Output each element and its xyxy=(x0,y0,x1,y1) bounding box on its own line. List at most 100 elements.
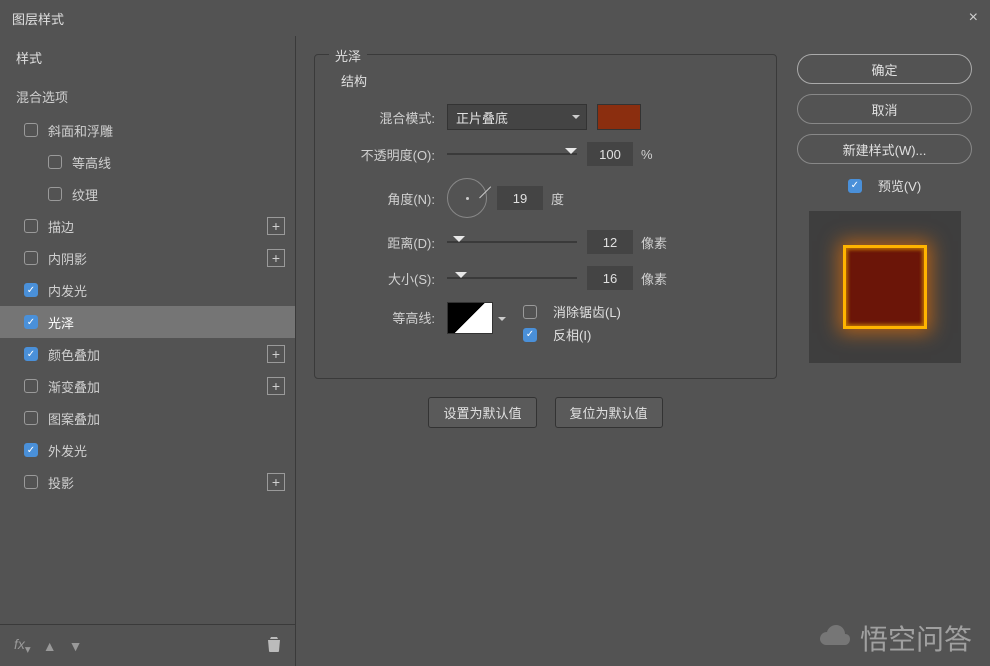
angle-input[interactable] xyxy=(497,186,543,210)
size-label: 大小(S): xyxy=(335,269,435,288)
effect-color-overlay[interactable]: ✓ 颜色叠加 + xyxy=(0,338,295,370)
angle-dial[interactable] xyxy=(447,178,487,218)
new-style-button[interactable]: 新建样式(W)... xyxy=(797,134,972,164)
effect-label: 纹理 xyxy=(72,185,98,204)
distance-row: 距离(D): 像素 xyxy=(335,230,756,254)
preview-graphic xyxy=(843,245,927,329)
size-row: 大小(S): 像素 xyxy=(335,266,756,290)
angle-unit: 度 xyxy=(551,189,564,208)
add-icon[interactable]: + xyxy=(267,345,285,363)
effect-label: 外发光 xyxy=(48,441,87,460)
effect-contour[interactable]: 等高线 xyxy=(0,146,295,178)
add-icon[interactable]: + xyxy=(267,249,285,267)
size-slider[interactable] xyxy=(447,268,577,288)
checkbox-icon[interactable] xyxy=(24,475,38,489)
distance-slider[interactable] xyxy=(447,232,577,252)
size-input[interactable] xyxy=(587,266,633,290)
effect-label: 内阴影 xyxy=(48,249,87,268)
ok-button[interactable]: 确定 xyxy=(797,54,972,84)
invert-label: 反相(I) xyxy=(553,325,591,344)
right-column: 确定 取消 新建样式(W)... ✓ 预览(V) xyxy=(797,54,972,666)
effect-label: 内发光 xyxy=(48,281,87,300)
fx-menu-icon[interactable]: fx▾ xyxy=(14,636,31,656)
opacity-row: 不透明度(O): % xyxy=(335,142,756,166)
effects-list: 斜面和浮雕 等高线 纹理 描边 + 内阴影 + ✓ 内发光 xyxy=(0,114,295,624)
dialog-body: 样式 混合选项 斜面和浮雕 等高线 纹理 描边 + 内阴影 xyxy=(0,36,990,666)
angle-row: 角度(N): 度 xyxy=(335,178,756,218)
contour-label: 等高线: xyxy=(335,302,435,327)
distance-label: 距离(D): xyxy=(335,233,435,252)
contour-row: 等高线: 消除锯齿(L) ✓ 反相(I) xyxy=(335,302,756,348)
effect-gradient-overlay[interactable]: 渐变叠加 + xyxy=(0,370,295,402)
blend-mode-row: 混合模式: 正片叠底 xyxy=(335,104,756,130)
contour-picker[interactable] xyxy=(447,302,493,334)
satin-fieldset: 光泽 结构 混合模式: 正片叠底 不透明度(O): % xyxy=(314,54,777,379)
sidebar-footer: fx▾ ▲ ▼ xyxy=(0,624,295,666)
preview-thumbnail xyxy=(809,211,961,363)
checkbox-icon[interactable] xyxy=(24,123,38,137)
opacity-input[interactable] xyxy=(587,142,633,166)
distance-unit: 像素 xyxy=(641,233,667,252)
effect-label: 等高线 xyxy=(72,153,111,172)
preview-checkbox[interactable]: ✓ xyxy=(848,179,862,193)
antialias-checkbox[interactable] xyxy=(523,305,537,319)
add-icon[interactable]: + xyxy=(267,473,285,491)
distance-input[interactable] xyxy=(587,230,633,254)
add-icon[interactable]: + xyxy=(267,217,285,235)
blending-options-item[interactable]: 混合选项 xyxy=(0,79,295,114)
reset-default-button[interactable]: 复位为默认值 xyxy=(555,397,663,428)
antialias-label: 消除锯齿(L) xyxy=(553,302,621,321)
checkbox-icon[interactable]: ✓ xyxy=(24,443,38,457)
checkbox-icon[interactable]: ✓ xyxy=(24,347,38,361)
checkbox-icon[interactable]: ✓ xyxy=(24,283,38,297)
checkbox-icon[interactable]: ✓ xyxy=(24,315,38,329)
effect-texture[interactable]: 纹理 xyxy=(0,178,295,210)
checkbox-icon[interactable] xyxy=(24,219,38,233)
arrow-down-icon[interactable]: ▼ xyxy=(69,638,83,654)
window-title: 图层样式 xyxy=(12,9,64,28)
structure-label: 结构 xyxy=(335,69,756,104)
cancel-button[interactable]: 取消 xyxy=(797,94,972,124)
preview-toggle-row: ✓ 预览(V) xyxy=(797,176,972,195)
make-default-button[interactable]: 设置为默认值 xyxy=(428,397,536,428)
close-icon[interactable]: × xyxy=(969,9,978,27)
effect-stroke[interactable]: 描边 + xyxy=(0,210,295,242)
checkbox-icon[interactable] xyxy=(24,379,38,393)
blend-mode-select[interactable]: 正片叠底 xyxy=(447,104,587,130)
arrow-up-icon[interactable]: ▲ xyxy=(43,638,57,654)
effect-satin[interactable]: ✓ 光泽 xyxy=(0,306,295,338)
main-area: 光泽 结构 混合模式: 正片叠底 不透明度(O): % xyxy=(296,36,990,666)
size-unit: 像素 xyxy=(641,269,667,288)
checkbox-icon[interactable] xyxy=(48,187,62,201)
effect-label: 斜面和浮雕 xyxy=(48,121,113,140)
invert-row: ✓ 反相(I) xyxy=(523,325,621,344)
checkbox-icon[interactable] xyxy=(24,251,38,265)
fieldset-title: 光泽 xyxy=(329,46,367,65)
checkbox-icon[interactable] xyxy=(24,411,38,425)
effect-outer-glow[interactable]: ✓ 外发光 xyxy=(0,434,295,466)
angle-label: 角度(N): xyxy=(335,189,435,208)
effect-label: 图案叠加 xyxy=(48,409,100,428)
opacity-label: 不透明度(O): xyxy=(335,145,435,164)
defaults-button-row: 设置为默认值 复位为默认值 xyxy=(314,397,777,428)
invert-checkbox[interactable]: ✓ xyxy=(523,328,537,342)
effect-label: 颜色叠加 xyxy=(48,345,100,364)
effect-label: 渐变叠加 xyxy=(48,377,100,396)
effect-pattern-overlay[interactable]: 图案叠加 xyxy=(0,402,295,434)
effect-drop-shadow[interactable]: 投影 + xyxy=(0,466,295,498)
effect-bevel-emboss[interactable]: 斜面和浮雕 xyxy=(0,114,295,146)
effect-inner-glow[interactable]: ✓ 内发光 xyxy=(0,274,295,306)
opacity-slider[interactable] xyxy=(447,144,577,164)
sidebar: 样式 混合选项 斜面和浮雕 等高线 纹理 描边 + 内阴影 xyxy=(0,36,296,666)
blend-mode-label: 混合模式: xyxy=(335,108,435,127)
opacity-unit: % xyxy=(641,147,653,162)
effect-inner-shadow[interactable]: 内阴影 + xyxy=(0,242,295,274)
sidebar-header: 样式 xyxy=(0,36,295,79)
settings-column: 光泽 结构 混合模式: 正片叠底 不透明度(O): % xyxy=(314,54,777,666)
trash-icon[interactable] xyxy=(267,636,281,655)
color-swatch[interactable] xyxy=(597,104,641,130)
titlebar: 图层样式 × xyxy=(0,0,990,36)
antialias-row: 消除锯齿(L) xyxy=(523,302,621,321)
add-icon[interactable]: + xyxy=(267,377,285,395)
checkbox-icon[interactable] xyxy=(48,155,62,169)
